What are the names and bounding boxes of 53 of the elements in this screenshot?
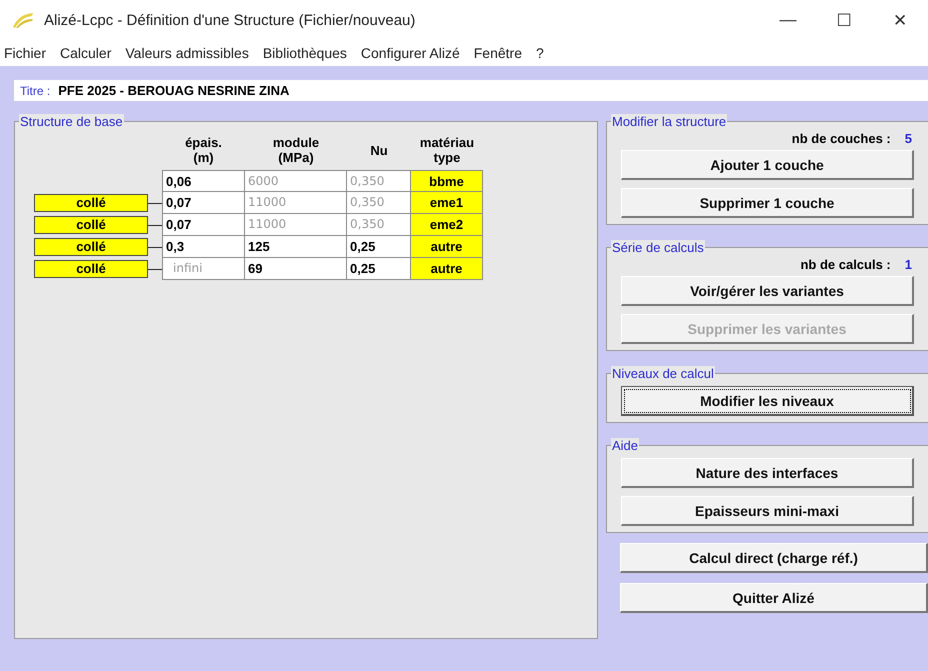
count-label: nb de calculs : [800, 257, 891, 272]
title-value: PFE 2025 - BEROUAG NESRINE ZINA [58, 83, 290, 98]
interface-button[interactable]: collé [34, 216, 148, 234]
interface-button[interactable]: collé [34, 238, 148, 256]
column-header: module (MPa) [272, 134, 320, 167]
column-header: matériau type [418, 134, 476, 167]
action-button[interactable]: Calcul direct (charge réf.) [620, 543, 928, 573]
menu-item[interactable]: Fichier [4, 45, 46, 61]
poisson-cell[interactable]: 0,25 [347, 236, 411, 258]
material-cell[interactable]: eme2 [411, 214, 483, 236]
maximize-button[interactable]: ☐ [816, 10, 872, 30]
action-button[interactable]: Supprimer 1 couche [621, 188, 914, 218]
interface-button[interactable]: collé [34, 260, 148, 278]
column-header: Nu [369, 142, 389, 160]
menu-item[interactable]: Calculer [60, 45, 112, 61]
modulus-cell[interactable]: 69 [245, 258, 347, 280]
group-title: Aide [611, 438, 640, 453]
menu-item[interactable]: Valeurs admissibles [125, 45, 249, 61]
interface-button[interactable]: collé [34, 194, 148, 212]
thickness-cell[interactable]: 0,07 [162, 192, 245, 214]
thickness-cell[interactable]: 0,06 [162, 170, 245, 192]
minimize-button[interactable]: — [760, 10, 816, 30]
action-button[interactable]: Voir/gérer les variantes [621, 276, 914, 306]
group-title: Modifier la structure [611, 114, 728, 129]
material-cell[interactable]: autre [411, 236, 483, 258]
title-field[interactable]: Titre : PFE 2025 - BEROUAG NESRINE ZINA [14, 80, 928, 101]
app-logo-icon [12, 11, 34, 29]
menu-item[interactable]: Fenêtre [474, 45, 522, 61]
thickness-cell[interactable]: 0,07 [162, 214, 245, 236]
column-header: épais. (m) [184, 134, 223, 167]
modulus-cell[interactable]: 125 [245, 236, 347, 258]
material-cell[interactable]: eme1 [411, 192, 483, 214]
count-value: 1 [904, 257, 912, 272]
window-title: Alizé-Lcpc - Définition d'une Structure (Fichier/nouveau) [44, 12, 416, 28]
count-value: 5 [904, 131, 912, 146]
close-button[interactable]: ✕ [872, 10, 928, 30]
poisson-cell[interactable]: 0,25 [347, 258, 411, 280]
action-button[interactable]: Quitter Alizé [620, 583, 928, 613]
group-title: Structure de base [19, 114, 124, 129]
thickness-cell[interactable]: 0,3 [162, 236, 245, 258]
action-button[interactable]: Modifier les niveaux [621, 386, 914, 416]
material-cell[interactable]: autre [411, 258, 483, 280]
action-button[interactable]: Epaisseurs mini-maxi [621, 496, 914, 526]
menu-item[interactable]: Bibliothèques [262, 45, 347, 61]
material-cell[interactable]: bbme [411, 170, 483, 192]
menu-item[interactable]: Configurer Alizé [360, 45, 460, 61]
action-button[interactable]: Ajouter 1 couche [621, 150, 914, 180]
count-label: nb de couches : [792, 131, 891, 146]
group-title: Série de calculs [611, 240, 705, 255]
title-label: Titre : [20, 84, 50, 98]
menu-item[interactable]: ? [536, 45, 544, 61]
action-button[interactable]: Nature des interfaces [621, 458, 914, 488]
group-title: Niveaux de calcul [611, 366, 715, 381]
